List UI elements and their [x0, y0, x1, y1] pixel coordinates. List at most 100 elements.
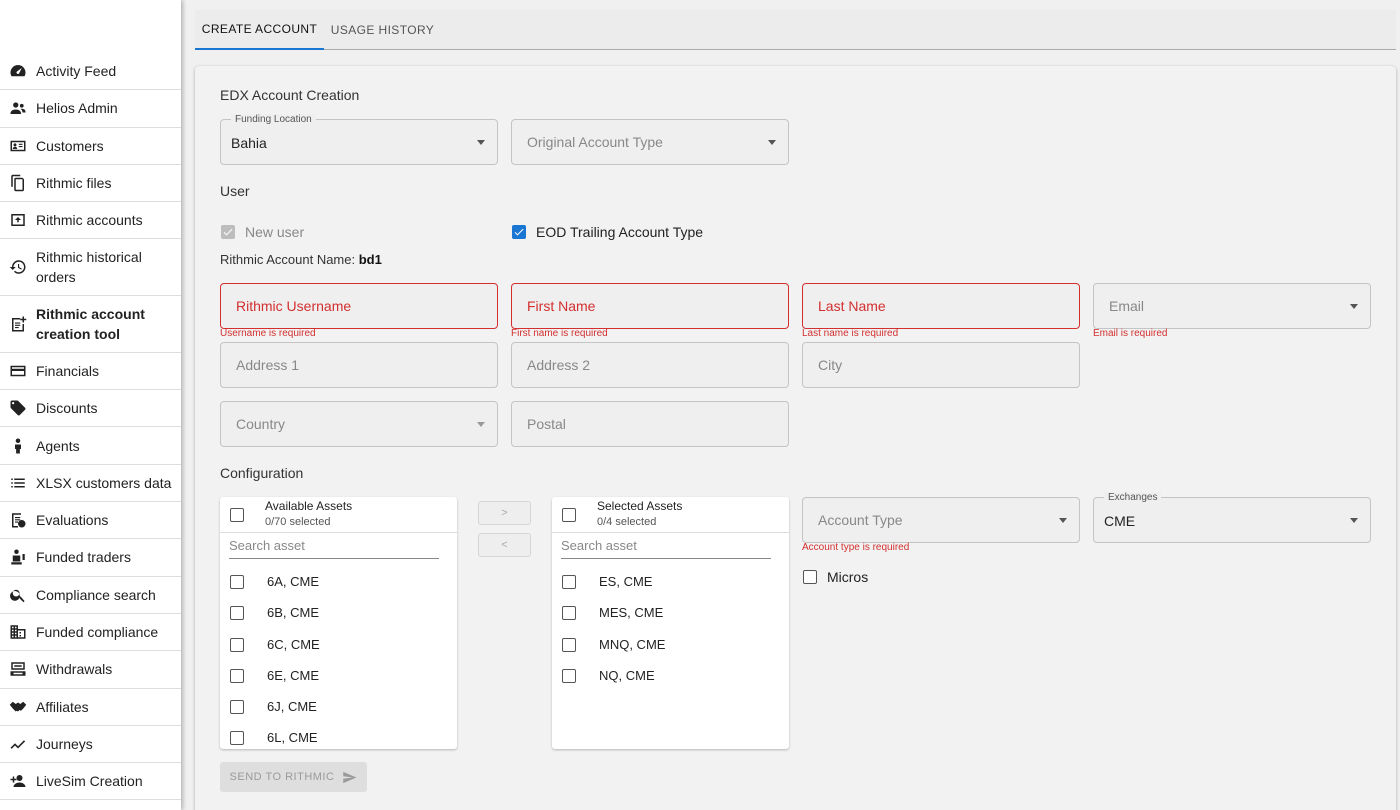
- last-name-error: Last name is required: [802, 328, 899, 339]
- eod-trailing-checkbox[interactable]: [512, 225, 526, 239]
- first-name-input[interactable]: First Name: [511, 283, 789, 329]
- note-add-icon: [8, 314, 28, 334]
- sidebar-item-evaluations[interactable]: Evaluations: [0, 502, 181, 540]
- sidebar-item-agents[interactable]: Agents: [0, 427, 181, 465]
- account-type-placeholder: Account Type: [818, 512, 903, 528]
- list-item[interactable]: MNQ, CME: [552, 629, 789, 660]
- available-select-all-checkbox[interactable]: [230, 508, 244, 522]
- sidebar-item-label: Journeys: [36, 735, 93, 752]
- list-item[interactable]: 6C, CME: [220, 629, 457, 660]
- available-search-input[interactable]: Search asset: [229, 535, 439, 559]
- new-user-label: New user: [245, 224, 305, 240]
- sidebar-item-compliance-search[interactable]: Compliance search: [0, 577, 181, 614]
- asset-checkbox[interactable]: [230, 699, 244, 714]
- asset-label: 6L, CME: [267, 730, 318, 745]
- asset-checkbox[interactable]: [562, 574, 576, 589]
- funding-location-value: Bahia: [231, 135, 267, 151]
- postal-input[interactable]: Postal: [511, 401, 789, 447]
- asset-checkbox[interactable]: [562, 637, 576, 652]
- first-name-error: First name is required: [511, 328, 608, 339]
- exchanges-legend: Exchanges: [1104, 492, 1162, 503]
- asset-checkbox[interactable]: [230, 605, 244, 620]
- asset-checkbox[interactable]: [230, 668, 244, 683]
- last-name-input[interactable]: Last Name: [802, 283, 1080, 329]
- move-left-button[interactable]: <: [478, 533, 531, 557]
- sidebar-item-activity-feed[interactable]: Activity Feed: [0, 53, 181, 91]
- account-type-select[interactable]: Account Type: [802, 497, 1080, 543]
- country-placeholder: Country: [236, 416, 286, 432]
- credit-card-icon: [8, 361, 28, 381]
- available-assets-list: Available Assets 0/70 selected Search as…: [220, 497, 457, 749]
- check-icon: [223, 228, 233, 236]
- list-item[interactable]: 6B, CME: [220, 597, 457, 628]
- selected-assets-title: Selected Assets: [597, 499, 683, 513]
- address1-input[interactable]: Address 1: [220, 342, 498, 388]
- asset-checkbox[interactable]: [562, 605, 576, 620]
- funding-location-select[interactable]: Funding Location Bahia: [220, 114, 498, 165]
- list-item[interactable]: 6E, CME: [220, 660, 457, 691]
- sidebar-item-withdrawals[interactable]: Withdrawals: [0, 651, 181, 689]
- chevron-down-icon: [1059, 518, 1067, 523]
- sidebar-item-helios-admin[interactable]: Helios Admin: [0, 90, 181, 128]
- tab-usage-history[interactable]: USAGE HISTORY: [324, 10, 441, 50]
- rithmic-account-name: Rithmic Account Name: bd1: [220, 252, 382, 267]
- country-select[interactable]: Country: [220, 401, 498, 447]
- sidebar-item-label: Funded compliance: [36, 624, 159, 641]
- list-item[interactable]: 6A, CME: [220, 566, 457, 597]
- chevron-down-icon: [768, 140, 776, 145]
- eod-trailing-checkbox-row: EOD Trailing Account Type: [512, 224, 703, 240]
- address2-input[interactable]: Address 2: [511, 342, 789, 388]
- sidebar-item-journeys[interactable]: Journeys: [0, 726, 181, 764]
- asset-checkbox[interactable]: [562, 668, 576, 683]
- asset-checkbox[interactable]: [230, 574, 244, 589]
- selected-select-all-checkbox[interactable]: [562, 508, 576, 522]
- account-type-error: Account type is required: [802, 542, 910, 553]
- sidebar-item-livesim-creation[interactable]: LiveSim Creation: [0, 763, 181, 801]
- sidebar-nav: Activity Feed Helios Admin Customers Rit…: [0, 53, 181, 801]
- section-title-configuration: Configuration: [220, 465, 304, 481]
- rithmic-username-input[interactable]: Rithmic Username: [220, 283, 498, 329]
- sidebar-item-rithmic-files[interactable]: Rithmic files: [0, 165, 181, 203]
- micros-checkbox[interactable]: [803, 570, 817, 584]
- sidebar-item-rithmic-account-creation-tool[interactable]: Rithmic account creation tool: [0, 296, 181, 353]
- sidebar-item-discounts[interactable]: Discounts: [0, 390, 181, 428]
- sidebar-item-funded-traders[interactable]: Funded traders: [0, 539, 181, 577]
- postal-placeholder: Postal: [527, 416, 566, 432]
- list-item[interactable]: 6L, CME: [220, 722, 457, 749]
- last-name-placeholder: Last Name: [818, 298, 886, 314]
- list-item[interactable]: 6J, CME: [220, 691, 457, 722]
- chevron-down-icon: [477, 140, 485, 145]
- exchanges-select[interactable]: Exchanges CME: [1093, 492, 1371, 543]
- city-input[interactable]: City: [802, 342, 1080, 388]
- exchanges-value: CME: [1104, 513, 1136, 529]
- sidebar-item-financials[interactable]: Financials: [0, 353, 181, 391]
- asset-label: 6J, CME: [267, 699, 317, 714]
- selected-assets-header: Selected Assets 0/4 selected: [552, 497, 789, 533]
- list-item[interactable]: ES, CME: [552, 566, 789, 597]
- check-icon: [514, 228, 524, 236]
- rithmic-username-placeholder: Rithmic Username: [236, 298, 352, 314]
- asset-checkbox[interactable]: [230, 730, 244, 745]
- selected-search-input[interactable]: Search asset: [561, 535, 771, 559]
- asset-label: MES, CME: [599, 605, 664, 620]
- new-user-checkbox[interactable]: [221, 225, 235, 239]
- sidebar-item-label: Compliance search: [36, 586, 156, 603]
- sidebar-item-xlsx-customers-data[interactable]: XLSX customers data: [0, 465, 181, 503]
- sidebar-item-funded-compliance[interactable]: Funded compliance: [0, 614, 181, 652]
- tab-create-account[interactable]: CREATE ACCOUNT: [195, 10, 324, 50]
- available-assets-header: Available Assets 0/70 selected: [220, 497, 457, 533]
- email-select[interactable]: Email: [1093, 283, 1371, 329]
- section-title-edx: EDX Account Creation: [220, 87, 360, 103]
- move-right-button[interactable]: >: [478, 501, 531, 525]
- sidebar-item-affiliates[interactable]: Affiliates: [0, 689, 181, 726]
- asset-checkbox[interactable]: [230, 637, 244, 652]
- original-account-type-select[interactable]: Original Account Type: [511, 119, 789, 165]
- sidebar-item-rithmic-historical-orders[interactable]: Rithmic historical orders: [0, 239, 181, 297]
- send-to-rithmic-button[interactable]: SEND TO RITHMIC: [220, 762, 367, 792]
- sidebar: Activity Feed Helios Admin Customers Rit…: [0, 0, 181, 810]
- list-item[interactable]: NQ, CME: [552, 660, 789, 691]
- sidebar-item-customers[interactable]: Customers: [0, 128, 181, 165]
- sidebar-item-label: XLSX customers data: [36, 474, 172, 491]
- sidebar-item-rithmic-accounts[interactable]: Rithmic accounts: [0, 202, 181, 240]
- list-item[interactable]: MES, CME: [552, 597, 789, 628]
